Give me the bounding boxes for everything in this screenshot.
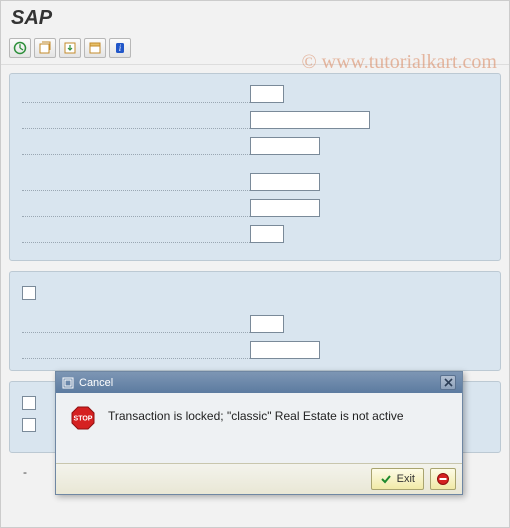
input-field[interactable]: [250, 341, 320, 359]
import-button[interactable]: [59, 38, 81, 58]
dialog-icon: [62, 377, 74, 389]
toolbar: i: [1, 34, 509, 65]
check-icon: [380, 473, 392, 485]
field-label: [22, 115, 250, 129]
input-field[interactable]: [250, 315, 284, 333]
field-label: [22, 203, 250, 217]
execute-button[interactable]: [9, 38, 31, 58]
info-button[interactable]: i: [109, 38, 131, 58]
variant-icon: [88, 41, 102, 55]
close-icon: [444, 378, 453, 387]
cancel-action-button[interactable]: [430, 468, 456, 490]
dialog-titlebar: Cancel: [56, 372, 462, 393]
page-title: SAP: [11, 7, 52, 29]
stop-icon: STOP: [70, 405, 96, 431]
panel-1: [9, 73, 501, 261]
cancel-dialog: Cancel STOP Transaction is locked; "clas…: [55, 371, 463, 495]
exit-button[interactable]: Exit: [371, 468, 424, 490]
variant-button[interactable]: [84, 38, 106, 58]
field-label: [22, 89, 250, 103]
input-field[interactable]: [250, 137, 320, 155]
dialog-message: Transaction is locked; "classic" Real Es…: [108, 405, 404, 428]
field-label: [22, 319, 250, 333]
get-variant-button[interactable]: [34, 38, 56, 58]
cancel-icon: [436, 472, 450, 486]
info-icon: i: [113, 41, 127, 55]
field-label: [22, 345, 250, 359]
dialog-footer: Exit: [56, 463, 462, 494]
input-field[interactable]: [250, 85, 284, 103]
input-field[interactable]: [250, 225, 284, 243]
execute-icon: [13, 41, 27, 55]
import-icon: [63, 41, 77, 55]
svg-text:STOP: STOP: [74, 416, 93, 423]
checkbox[interactable]: [22, 418, 36, 432]
close-button[interactable]: [440, 375, 456, 390]
input-field[interactable]: [250, 199, 320, 217]
panel-2: [9, 271, 501, 371]
field-label: [22, 141, 250, 155]
get-variant-icon: [38, 41, 52, 55]
checkbox[interactable]: [22, 396, 36, 410]
dialog-title: Cancel: [79, 377, 113, 389]
input-field[interactable]: [250, 173, 320, 191]
field-label: [22, 229, 250, 243]
checkbox[interactable]: [22, 286, 36, 300]
exit-button-label: Exit: [397, 473, 415, 485]
field-label: [22, 177, 250, 191]
input-field[interactable]: [250, 111, 370, 129]
